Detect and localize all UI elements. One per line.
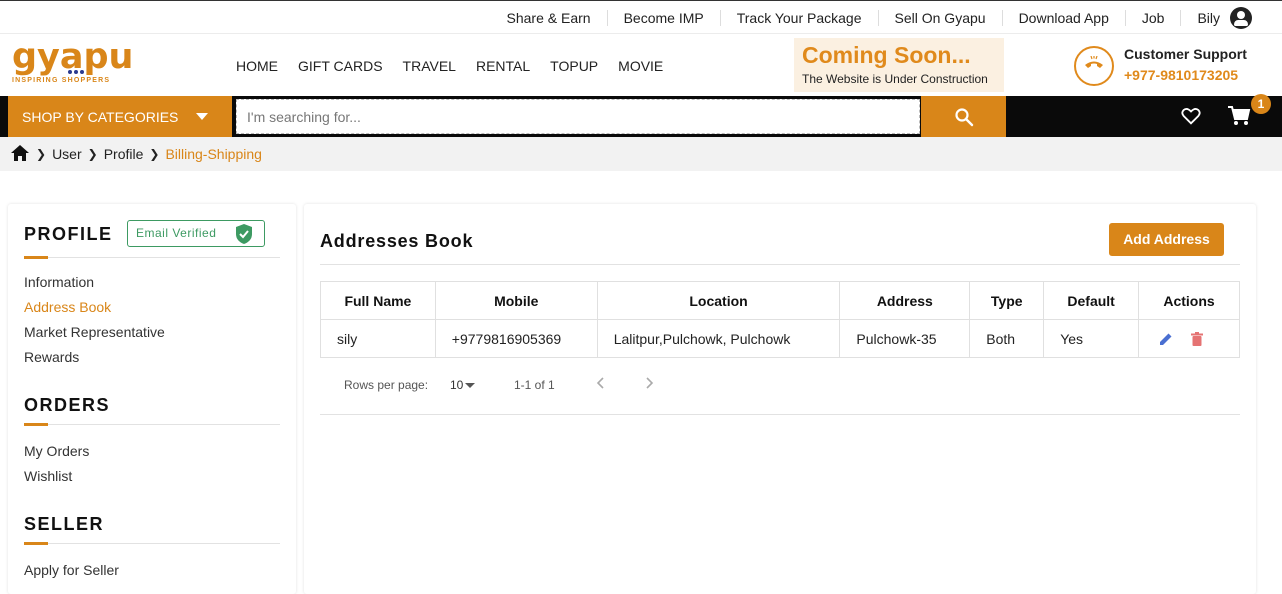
seller-divider xyxy=(24,542,280,545)
address-book-panel: Addresses Book Add Address Full Name Mob… xyxy=(304,204,1256,594)
nav-home[interactable]: HOME xyxy=(236,58,278,74)
cell-full-name: sily xyxy=(320,319,436,358)
previous-page-icon[interactable] xyxy=(595,376,607,393)
next-page-icon[interactable] xyxy=(643,376,655,393)
breadcrumb: ❯ User ❯ Profile ❯ Billing-Shipping xyxy=(0,137,1282,171)
cell-default: Yes xyxy=(1043,319,1140,358)
sidebar-item-wishlist[interactable]: Wishlist xyxy=(24,468,72,484)
column-header: Address xyxy=(839,281,971,320)
caret-down-icon xyxy=(465,383,476,389)
sidebar-item-apply-seller[interactable]: Apply for Seller xyxy=(24,562,119,578)
user-name-link[interactable]: Bily xyxy=(1181,10,1228,26)
column-header: Mobile xyxy=(434,281,598,320)
nav-topup[interactable]: TOPUP xyxy=(550,58,598,74)
email-verified-badge: Email Verified xyxy=(127,220,265,247)
email-verified-label: Email Verified xyxy=(136,226,217,240)
cell-actions xyxy=(1138,319,1240,358)
nav-rental[interactable]: RENTAL xyxy=(476,58,530,74)
cart-count-badge: 1 xyxy=(1251,94,1271,114)
phone-icon xyxy=(1074,46,1114,86)
sidebar-item-my-orders[interactable]: My Orders xyxy=(24,443,89,459)
cell-mobile: +9779816905369 xyxy=(434,319,598,358)
search-icon xyxy=(954,107,973,126)
track-package-link[interactable]: Track Your Package xyxy=(721,9,879,26)
site-header: gyapu INSPIRING SHOPPERS HOME GIFT CARDS… xyxy=(0,34,1282,96)
caret-down-icon xyxy=(196,113,208,120)
sidebar-item-information[interactable]: Information xyxy=(24,274,94,290)
title-divider xyxy=(320,264,1240,265)
cell-address: Pulchowk-35 xyxy=(839,319,971,358)
search-input[interactable] xyxy=(237,100,919,133)
profile-divider xyxy=(24,256,280,259)
profile-heading: PROFILE xyxy=(24,224,113,244)
shop-by-categories-button[interactable]: SHOP BY CATEGORIES xyxy=(8,96,232,137)
sell-on-gyapu-link[interactable]: Sell On Gyapu xyxy=(879,9,1003,26)
table-row: sily +9779816905369 Lalitpur,Pulchowk, P… xyxy=(320,319,1240,358)
rows-per-page-select[interactable]: 10 xyxy=(450,378,476,392)
rows-per-page-value: 10 xyxy=(450,378,464,392)
support-title: Customer Support xyxy=(1124,46,1247,62)
sidebar-item-market-representative[interactable]: Market Representative xyxy=(24,324,165,340)
orders-divider xyxy=(24,423,280,426)
logo-tagline: INSPIRING SHOPPERS xyxy=(12,77,111,84)
delete-trash-icon[interactable] xyxy=(1191,331,1204,346)
orders-heading: ORDERS xyxy=(24,395,111,415)
rows-per-page-label: Rows per page: xyxy=(344,378,429,392)
page-title: Addresses Book xyxy=(320,231,474,251)
cell-type: Both xyxy=(969,319,1045,358)
chevron-right-icon: ❯ xyxy=(87,147,98,161)
table-header-row: Full Name Mobile Location Address Type D… xyxy=(320,281,1240,320)
wishlist-heart-icon[interactable] xyxy=(1180,105,1202,132)
sidebar-item-address-book[interactable]: Address Book xyxy=(24,299,111,315)
support-phone[interactable]: +977-9810173205 xyxy=(1124,67,1238,83)
table-pagination: Rows per page: 10 1-1 of 1 xyxy=(320,374,1240,414)
customer-support: Customer Support +977-9810173205 xyxy=(1074,44,1274,88)
cell-location: Lalitpur,Pulchowk, Pulchowk xyxy=(596,319,841,358)
home-icon[interactable] xyxy=(10,144,30,165)
main-nav: HOME GIFT CARDS TRAVEL RENTAL TOPUP MOVI… xyxy=(236,58,683,74)
cart-icon[interactable] xyxy=(1227,105,1251,132)
chevron-right-icon: ❯ xyxy=(36,147,47,161)
search-box xyxy=(236,99,920,134)
pagination-range: 1-1 of 1 xyxy=(514,378,555,392)
share-earn-link[interactable]: Share & Earn xyxy=(491,9,608,26)
breadcrumb-profile[interactable]: Profile xyxy=(104,146,144,162)
add-address-button[interactable]: Add Address xyxy=(1109,223,1224,256)
sidebar-item-rewards[interactable]: Rewards xyxy=(24,349,79,365)
account-icon[interactable] xyxy=(1230,6,1252,29)
column-header: Default xyxy=(1043,281,1140,320)
nav-movie[interactable]: MOVIE xyxy=(618,58,663,74)
breadcrumb-user[interactable]: User xyxy=(52,146,82,162)
address-table: Full Name Mobile Location Address Type D… xyxy=(320,281,1240,358)
seller-heading: SELLER xyxy=(24,514,105,534)
become-imp-link[interactable]: Become IMP xyxy=(608,9,721,26)
coming-soon-banner[interactable]: Coming Soon... The Website is Under Cons… xyxy=(794,38,1004,92)
utility-links: Share & Earn Become IMP Track Your Packa… xyxy=(491,1,1252,34)
nav-gift-cards[interactable]: GIFT CARDS xyxy=(298,58,383,74)
promo-subtitle: The Website is Under Construction xyxy=(802,72,988,86)
column-header: Actions xyxy=(1138,281,1240,320)
logo-dots xyxy=(68,70,84,74)
chevron-right-icon: ❯ xyxy=(149,147,160,161)
column-header: Full Name xyxy=(320,281,436,320)
nav-travel[interactable]: TRAVEL xyxy=(403,58,456,74)
search-button[interactable] xyxy=(921,96,1006,137)
category-search-bar: SHOP BY CATEGORIES xyxy=(0,96,1282,137)
job-link[interactable]: Job xyxy=(1126,9,1182,26)
verified-shield-icon xyxy=(236,224,252,244)
profile-sidebar: PROFILE Email Verified Information Addre… xyxy=(8,204,296,594)
breadcrumb-current: Billing-Shipping xyxy=(165,146,262,162)
table-bottom-divider xyxy=(320,414,1240,415)
logo-wordmark: gyapu xyxy=(12,37,134,77)
download-app-link[interactable]: Download App xyxy=(1003,9,1126,26)
column-header: Type xyxy=(969,281,1045,320)
promo-title: Coming Soon... xyxy=(802,42,971,68)
categories-label: SHOP BY CATEGORIES xyxy=(22,108,179,125)
top-utility-bar: Share & Earn Become IMP Track Your Packa… xyxy=(0,0,1282,34)
gyapu-logo[interactable]: gyapu INSPIRING SHOPPERS xyxy=(12,37,134,88)
column-header: Location xyxy=(596,281,841,320)
edit-pencil-icon[interactable] xyxy=(1159,332,1173,346)
